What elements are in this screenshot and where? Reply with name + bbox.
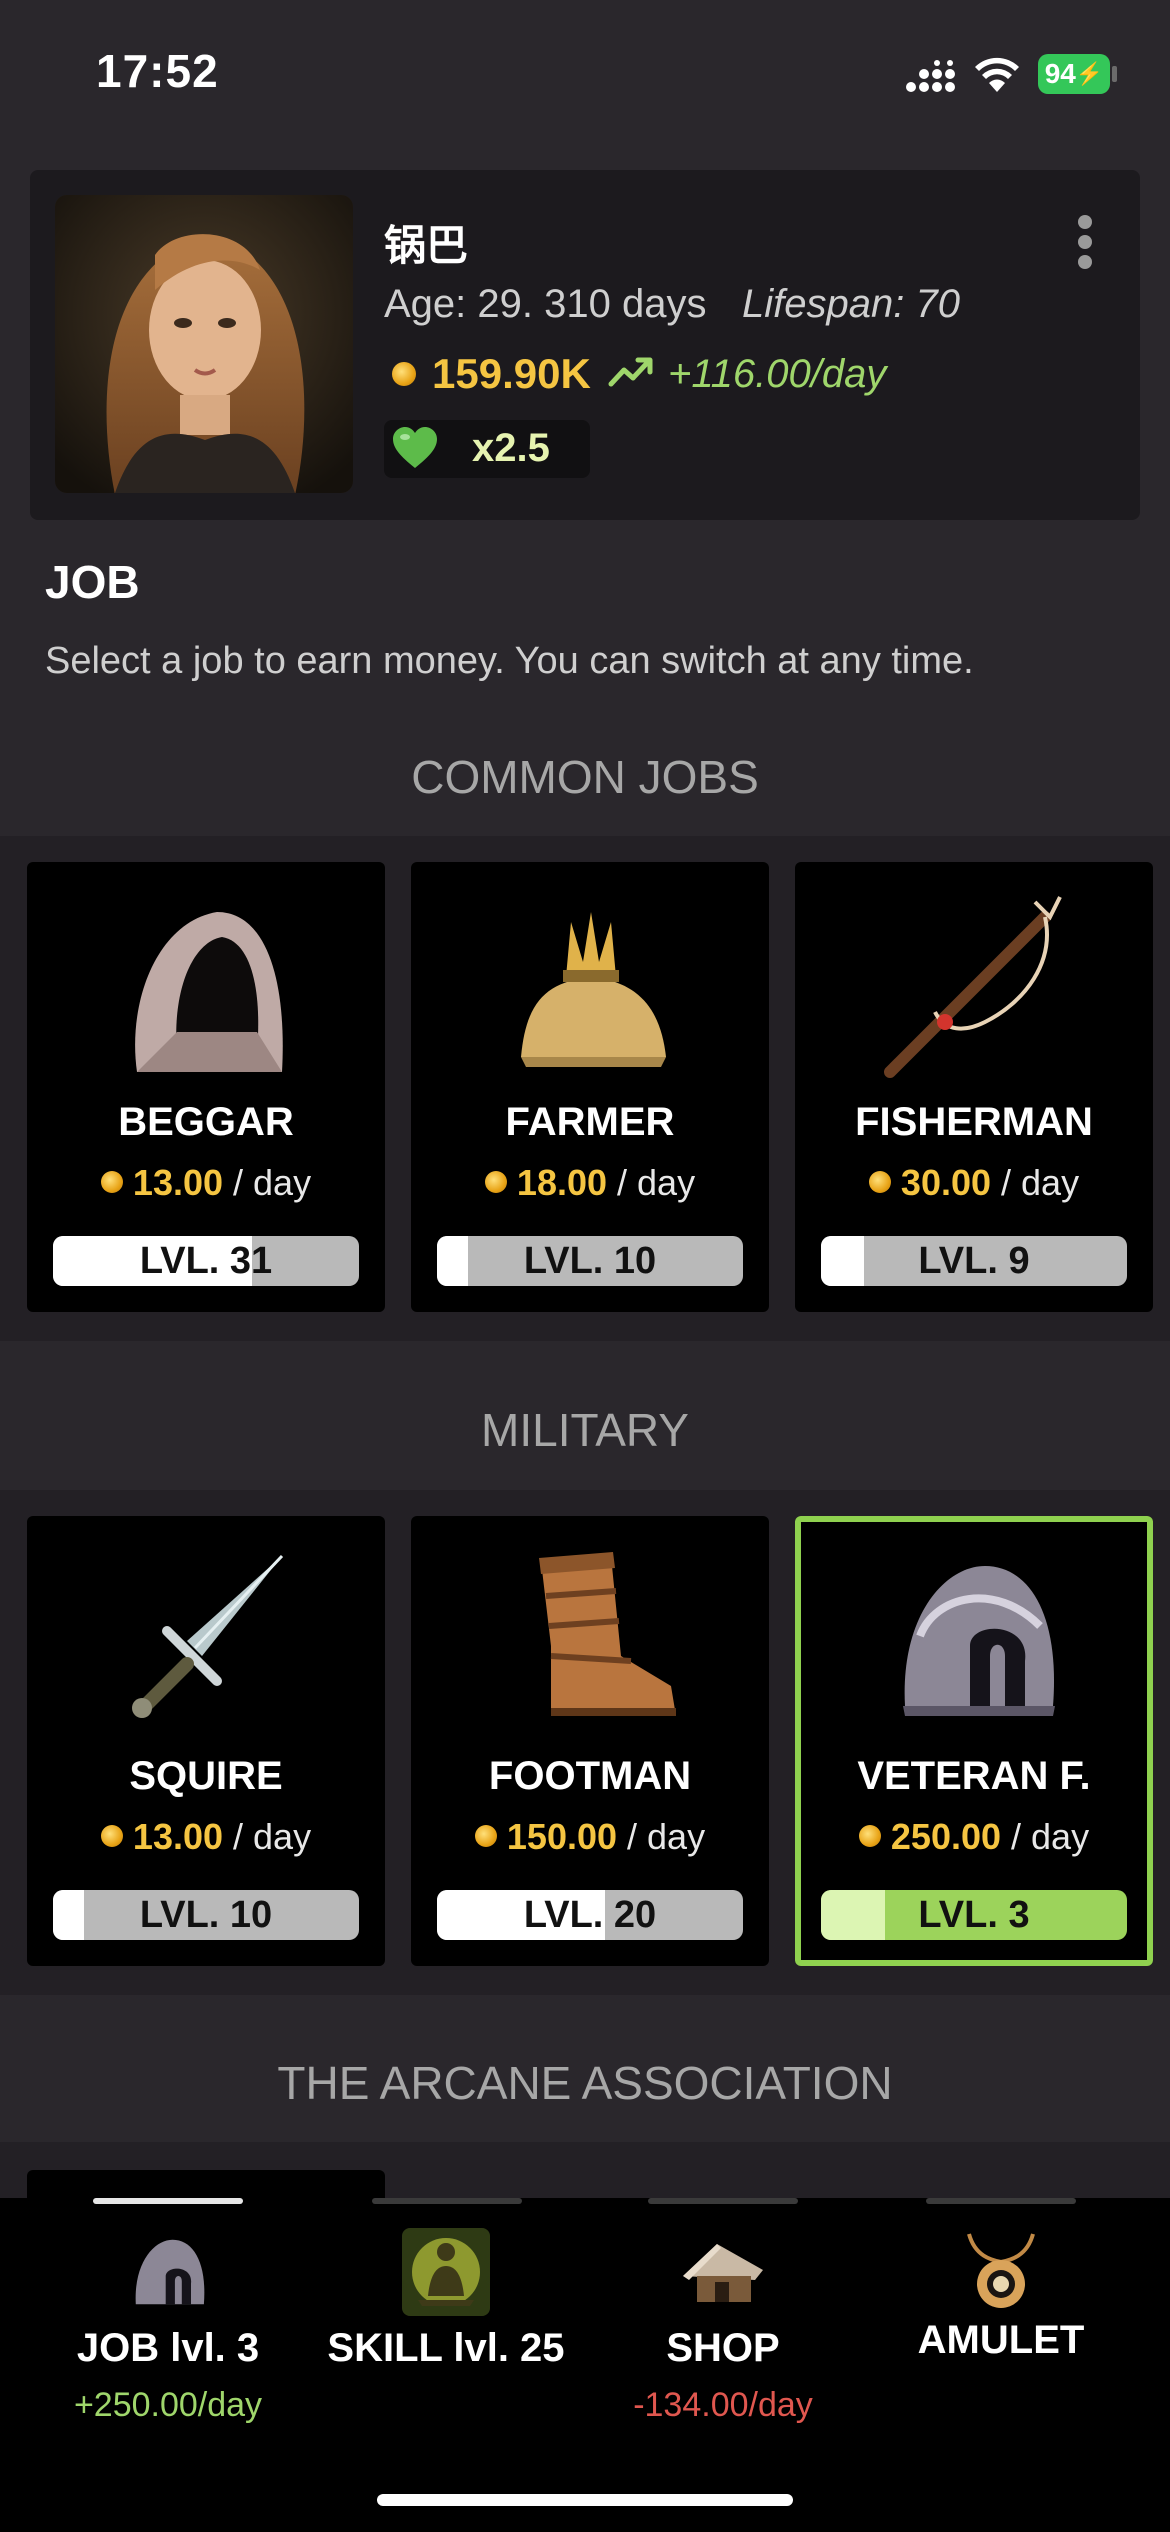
dagger-icon xyxy=(132,1554,284,1718)
level-label: LVL. 31 xyxy=(139,1240,273,1282)
player-name: 锅巴 xyxy=(384,222,469,269)
job-pay-period: / day xyxy=(627,1816,706,1857)
income-rate: +116.00/day xyxy=(668,352,887,396)
nav-tab-label: AMULET xyxy=(917,2318,1085,2362)
coin-icon xyxy=(100,1171,123,1194)
nav-tab-label: JOB lvl. 3 xyxy=(76,2326,260,2370)
job-pay: 13.00 / day xyxy=(27,1816,385,1858)
nav-indicator xyxy=(372,2198,522,2204)
avatar[interactable] xyxy=(55,195,353,493)
category-title-common: COMMON JOBS xyxy=(411,751,759,803)
helmet-icon xyxy=(135,2239,205,2305)
job-name: VETERAN F. xyxy=(857,1754,1091,1798)
level-label: LVL. 3 xyxy=(918,1894,1030,1936)
nav-tab-label: SKILL lvl. 25 xyxy=(327,2326,565,2370)
category-title-arcane: THE ARCANE ASSOCIATION xyxy=(277,2057,893,2109)
portrait-image xyxy=(55,195,353,493)
job-card-footman[interactable]: FOOTMAN 150.00 / day LVL. 20 xyxy=(411,1516,769,1966)
coin-icon xyxy=(868,1171,891,1194)
job-pay-amount: 250.00 xyxy=(890,1816,1002,1857)
level-progress-bar: LVL. 10 xyxy=(437,1236,743,1286)
level-progress-bar: LVL. 20 xyxy=(437,1890,743,1940)
home-indicator xyxy=(377,2494,793,2506)
battery-tip xyxy=(1112,66,1117,82)
multiplier-value: x2.5 xyxy=(472,426,550,470)
category-title-military: MILITARY xyxy=(481,1404,689,1456)
job-pay-period: / day xyxy=(233,1162,312,1203)
level-progress-bar: LVL. 9 xyxy=(821,1236,1127,1286)
age-text: Age: 29. 310 days xyxy=(384,282,707,326)
job-name: FARMER xyxy=(505,1100,675,1144)
job-pay-amount: 13.00 xyxy=(132,1162,224,1203)
job-pay-amount: 18.00 xyxy=(516,1162,608,1203)
job-pay-period: / day xyxy=(617,1162,696,1203)
coin-icon xyxy=(392,362,416,386)
job-card-squire[interactable]: SQUIRE 13.00 / day LVL. 10 xyxy=(27,1516,385,1966)
job-pay: 250.00 / day xyxy=(795,1816,1153,1858)
nav-indicator xyxy=(648,2198,798,2204)
level-progress-bar: LVL. 10 xyxy=(53,1890,359,1940)
signal-icon xyxy=(906,60,955,92)
meditation-icon xyxy=(402,2228,490,2316)
nav-tab-label: SHOP xyxy=(666,2326,780,2370)
coin-icon xyxy=(484,1171,507,1194)
helmet-icon xyxy=(903,1566,1055,1716)
level-label: LVL. 9 xyxy=(918,1240,1030,1282)
battery-indicator: 94 ⚡ xyxy=(1038,54,1110,94)
job-pay: 13.00 / day xyxy=(27,1162,385,1204)
fishing-rod-icon xyxy=(884,896,1062,1078)
level-label: LVL. 20 xyxy=(523,1894,657,1936)
hood-icon xyxy=(135,912,283,1072)
nav-tab-rate: -134.00/day xyxy=(633,2386,813,2424)
lifespan-text: Lifespan: 70 xyxy=(742,282,960,326)
level-progress-bar: LVL. 3 xyxy=(821,1890,1127,1940)
coin-icon xyxy=(474,1825,497,1848)
job-card-beggar[interactable]: BEGGAR 13.00 / day LVL. 31 xyxy=(27,862,385,1312)
status-time: 17:52 xyxy=(96,45,219,97)
nav-tab-job[interactable]: JOB lvl. 3 +250.00/day xyxy=(22,2226,314,2426)
job-pay-period: / day xyxy=(1001,1162,1080,1203)
nav-tab-skill[interactable]: SKILL lvl. 25 xyxy=(300,2226,592,2426)
job-card-fisherman[interactable]: FISHERMAN 30.00 / day LVL. 9 xyxy=(795,862,1153,1312)
job-pay-amount: 30.00 xyxy=(900,1162,992,1203)
job-pay-amount: 13.00 xyxy=(132,1816,224,1857)
level-label: LVL. 10 xyxy=(523,1240,657,1282)
trending-up-icon xyxy=(608,357,653,387)
job-pay-period: / day xyxy=(233,1816,312,1857)
job-name: SQUIRE xyxy=(129,1754,283,1798)
job-pay-amount: 150.00 xyxy=(506,1816,618,1857)
page-description: Select a job to earn money. You can swit… xyxy=(45,640,974,682)
battery-level: 94 xyxy=(1044,58,1076,89)
job-pay: 30.00 / day xyxy=(795,1162,1153,1204)
job-pay: 150.00 / day xyxy=(411,1816,769,1858)
nav-tab-rate: +250.00/day xyxy=(73,2386,263,2424)
job-card-farmer[interactable]: FARMER 18.00 / day LVL. 10 xyxy=(411,862,769,1312)
job-pay: 18.00 / day xyxy=(411,1162,769,1204)
job-name: FISHERMAN xyxy=(855,1100,1093,1144)
coin-icon xyxy=(858,1825,881,1848)
hut-icon xyxy=(683,2244,763,2302)
coin-icon xyxy=(100,1825,123,1848)
wifi-icon xyxy=(975,57,1019,92)
job-card-veteran-f[interactable]: VETERAN F. 250.00 / day LVL. 3 xyxy=(795,1516,1153,1966)
page-title: JOB xyxy=(45,556,140,608)
money-amount: 159.90K xyxy=(432,350,591,397)
job-name: BEGGAR xyxy=(118,1100,294,1144)
job-name: FOOTMAN xyxy=(488,1754,692,1798)
nav-indicator xyxy=(926,2198,1076,2204)
job-pay-period: / day xyxy=(1011,1816,1090,1857)
boot-icon xyxy=(539,1552,676,1716)
grain-sack-icon xyxy=(521,912,666,1067)
amulet-icon xyxy=(967,2233,1035,2308)
nav-indicator-active xyxy=(93,2198,243,2204)
level-label: LVL. 10 xyxy=(139,1894,273,1936)
green-heart-icon xyxy=(393,427,437,468)
nav-tab-shop[interactable]: SHOP -134.00/day xyxy=(577,2226,869,2426)
charging-icon: ⚡ xyxy=(1075,61,1104,86)
level-progress-bar: LVL. 31 xyxy=(53,1236,359,1286)
nav-tab-amulet[interactable]: AMULET xyxy=(855,2226,1147,2426)
more-options-icon[interactable] xyxy=(1070,212,1100,272)
